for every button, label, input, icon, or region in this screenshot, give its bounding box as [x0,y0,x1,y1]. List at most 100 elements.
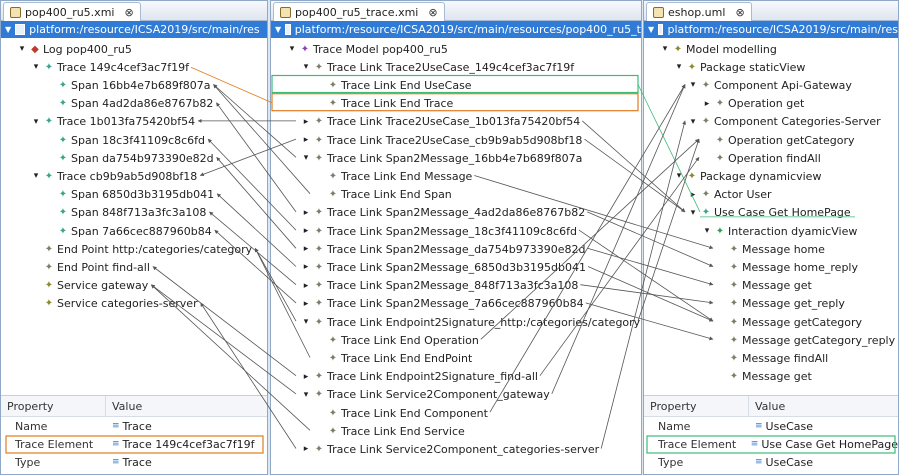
expand-right-icon[interactable]: ▸ [301,244,311,254]
expand-right-icon[interactable]: ▸ [301,299,311,309]
expand-down-icon[interactable]: ▾ [688,208,698,218]
tree-item[interactable]: ✦ Trace Link End EndPoint [315,349,473,367]
tree-item[interactable]: ✦ Span 16bb4e7b689f807a [45,76,211,94]
expand-down-icon[interactable]: ▾ [17,44,27,54]
property-row[interactable]: Type ≡ Trace [1,453,267,471]
tree-item[interactable]: ✦ Trace Link End Service [315,422,465,440]
tree-item[interactable]: ▸ ✦ Actor User [688,186,772,204]
expand-down-icon[interactable]: ▾ [674,62,684,72]
tree-item[interactable]: ▾ ✦ Package dynamicview [674,167,822,185]
tree-item[interactable]: ▸ ✦ Trace Link Span2Message_4ad2da86e8767b… [301,204,586,222]
expand-down-icon[interactable]: ▾ [31,62,41,72]
property-row[interactable]: Trace Element ≡ Use Case Get HomePage [644,435,898,453]
property-row[interactable]: Type ≡ UseCase [644,453,898,471]
tree-item[interactable]: ▾ ✦ Trace Link Service2Component_gateway [301,386,550,404]
expand-down-icon[interactable]: ▾ [660,44,670,54]
expand-down-icon[interactable]: ▾ [301,390,311,400]
tree-item[interactable]: ✦ Span 848f713a3fc3a108 [45,204,207,222]
tree-item[interactable]: ✦ Message get [716,368,812,386]
expand-right-icon[interactable]: ▸ [688,190,698,200]
value-column-header[interactable]: Value [749,396,785,416]
chevron-down-icon[interactable]: ▼ [275,25,281,34]
expand-down-icon[interactable]: ▾ [674,171,684,181]
tree-item[interactable]: ▸ ✦ Operation get [702,95,805,113]
expand-right-icon[interactable]: ▸ [301,208,311,218]
middle-editor-tab[interactable]: pop400_ru5_trace.xmi ⊗ [273,2,445,21]
tree-item[interactable]: ✦ Message get [716,277,812,295]
tree-item[interactable]: ✦ Message home [716,240,825,258]
expand-down-icon[interactable]: ▾ [301,153,311,163]
tree-item[interactable]: ✦ Span 4ad2da86e8767b82 [45,95,214,113]
tree-item[interactable]: ✦ Trace Link End Component [315,404,488,422]
expand-right-icon[interactable]: ▸ [301,135,311,145]
expand-down-icon[interactable]: ▾ [287,44,297,54]
tree-item[interactable]: ▸ ✦ Trace Link Trace2UseCase_cb9b9ab5d908b… [301,131,583,149]
close-icon[interactable]: ⊗ [735,6,744,19]
tree-item[interactable]: ▸ ✦ Trace Link Span2Message_18c3f41109c8c6… [301,222,577,240]
tree-item[interactable]: ▸ ✦ Trace Link Service2Component_categorie… [301,440,599,458]
tree-item[interactable]: ▾ ✦ Component Categories-Server [688,113,881,131]
property-row[interactable]: Name ≡ UseCase [644,417,898,435]
property-row[interactable]: Trace Element ≡ Trace 149c4cef3ac7f19f [1,435,267,453]
tree-item[interactable]: ✦ End Point find-all [31,258,150,276]
expand-down-icon[interactable]: ▾ [31,171,41,181]
expand-right-icon[interactable]: ▸ [301,226,311,236]
expand-right-icon[interactable]: ▸ [301,117,311,127]
tree-item[interactable]: ▾ ✦ Trace Link Span2Message_16bb4e7b689f80… [301,149,583,167]
property-column-header[interactable]: Property [644,396,749,416]
expand-down-icon[interactable]: ▾ [688,117,698,127]
tree-item[interactable]: ✦ End Point http:/categories/category [31,240,252,258]
tree-item[interactable]: ▸ ✦ Trace Link Span2Message_7a66cec887960b… [301,295,584,313]
expand-right-icon[interactable]: ▸ [301,372,311,382]
close-icon[interactable]: ⊗ [428,6,437,19]
expand-right-icon[interactable]: ▸ [301,262,311,272]
tree-item[interactable]: ▾ ✦ Trace Link Endpoint2Signature_http:/ca… [301,313,640,331]
tree-item[interactable]: ▸ ✦ Trace Link Span2Message_848f713a3fc3a1… [301,277,579,295]
tree-item[interactable]: ▾ ✦ Trace 149c4cef3ac7f19f [31,58,189,76]
tree-item[interactable]: ▸ ✦ Trace Link Trace2UseCase_1b013fa75420b… [301,113,581,131]
tree-item[interactable]: ✦ Span da754b973390e82d [45,149,214,167]
expand-down-icon[interactable]: ▾ [688,80,698,90]
expand-down-icon[interactable]: ▾ [31,117,41,127]
tree-item[interactable]: ✦ Service categories-server [31,295,198,313]
tree-item[interactable]: ▾ ✦ Trace Model pop400_ru5 [287,40,448,58]
tree-item[interactable]: ▾ ✦ Model modelling [660,40,777,58]
tree-item[interactable]: ▾ ✦ Trace cb9b9ab5d908bf18 [31,167,198,185]
tree-item[interactable]: ▾ ✦ Package staticView [674,58,806,76]
expand-right-icon[interactable]: ▸ [702,99,712,109]
left-editor-tab[interactable]: pop400_ru5.xmi ⊗ [3,2,141,21]
tree-item[interactable]: ▾ ✦ Trace 1b013fa75420bf54 [31,113,195,131]
tree-item[interactable]: ▸ ✦ Trace Link Span2Message_da754b973390e8… [301,240,586,258]
tree-item[interactable]: ▸ ✦ Trace Link Endpoint2Signature_find-all [301,368,538,386]
tree-item[interactable]: ✦ Trace Link End Trace [315,95,454,113]
tree-item[interactable]: ✦ Message get_reply [716,295,845,313]
close-icon[interactable]: ⊗ [124,6,133,19]
chevron-down-icon[interactable]: ▼ [5,25,11,34]
tree-item[interactable]: ✦ Message getCategory_reply [716,331,895,349]
property-row[interactable]: Name ≡ Trace [1,417,267,435]
tree-item[interactable]: ▾ ✦ Component Api-Gateway [688,76,852,94]
expand-right-icon[interactable]: ▸ [301,444,311,454]
tree-item[interactable]: ✦ Trace Link End Span [315,186,452,204]
tree-item[interactable]: ▾ ✦ Trace Link Trace2UseCase_149c4cef3ac7f… [301,58,574,76]
expand-down-icon[interactable]: ▾ [301,62,311,72]
tree-item[interactable]: ✦ Message findAll [716,349,828,367]
right-resource-path-row[interactable]: ▼ platform:/resource/ICSA2019/src/main/r… [644,21,898,38]
tree-item[interactable]: ✦ Service gateway [31,277,148,295]
tree-item[interactable]: ✦ Operation findAll [702,149,821,167]
tree-item[interactable]: ✦ Span 7a66cec887960b84 [45,222,212,240]
property-column-header[interactable]: Property [1,396,106,416]
expand-down-icon[interactable]: ▾ [301,317,311,327]
tree-item[interactable]: ✦ Message getCategory [716,313,862,331]
tree-item[interactable]: ✦ Span 6850d3b3195db041 [45,186,214,204]
tree-item[interactable]: ✦ Operation getCategory [702,131,855,149]
tree-item[interactable]: ✦ Trace Link End Operation [315,331,479,349]
tree-item[interactable]: ✦ Span 18c3f41109c8c6fd [45,131,205,149]
right-editor-tab[interactable]: eshop.uml ⊗ [646,2,752,21]
tree-item[interactable]: ✦ Trace Link End UseCase [315,76,472,94]
tree-item[interactable]: ▾ ✦ Interaction dyamicView [702,222,858,240]
middle-resource-path-row[interactable]: ▼ platform:/resource/ICSA2019/src/main/r… [271,21,641,38]
tree-item[interactable]: ▾ ✦ Use Case Get HomePage [688,204,851,222]
left-resource-path-row[interactable]: ▼ platform:/resource/ICSA2019/src/main/r… [1,21,267,38]
expand-down-icon[interactable]: ▾ [702,226,712,236]
